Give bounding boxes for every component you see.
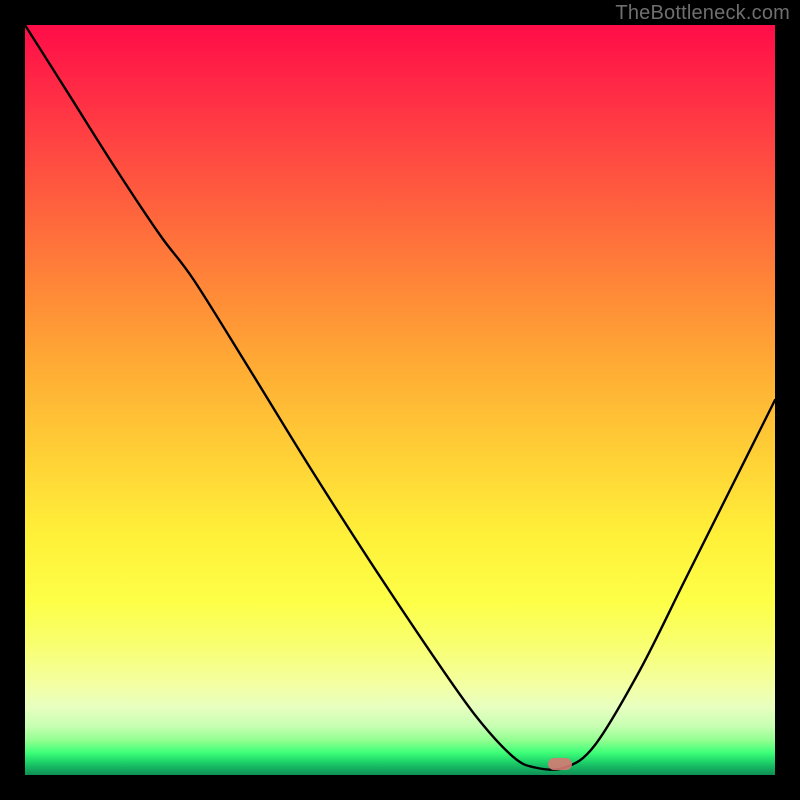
- watermark-text: TheBottleneck.com: [615, 2, 790, 25]
- bottleneck-curve: [25, 25, 775, 775]
- plot-area: [25, 25, 775, 775]
- optimum-marker: [548, 758, 572, 770]
- chart-frame: TheBottleneck.com: [0, 0, 800, 800]
